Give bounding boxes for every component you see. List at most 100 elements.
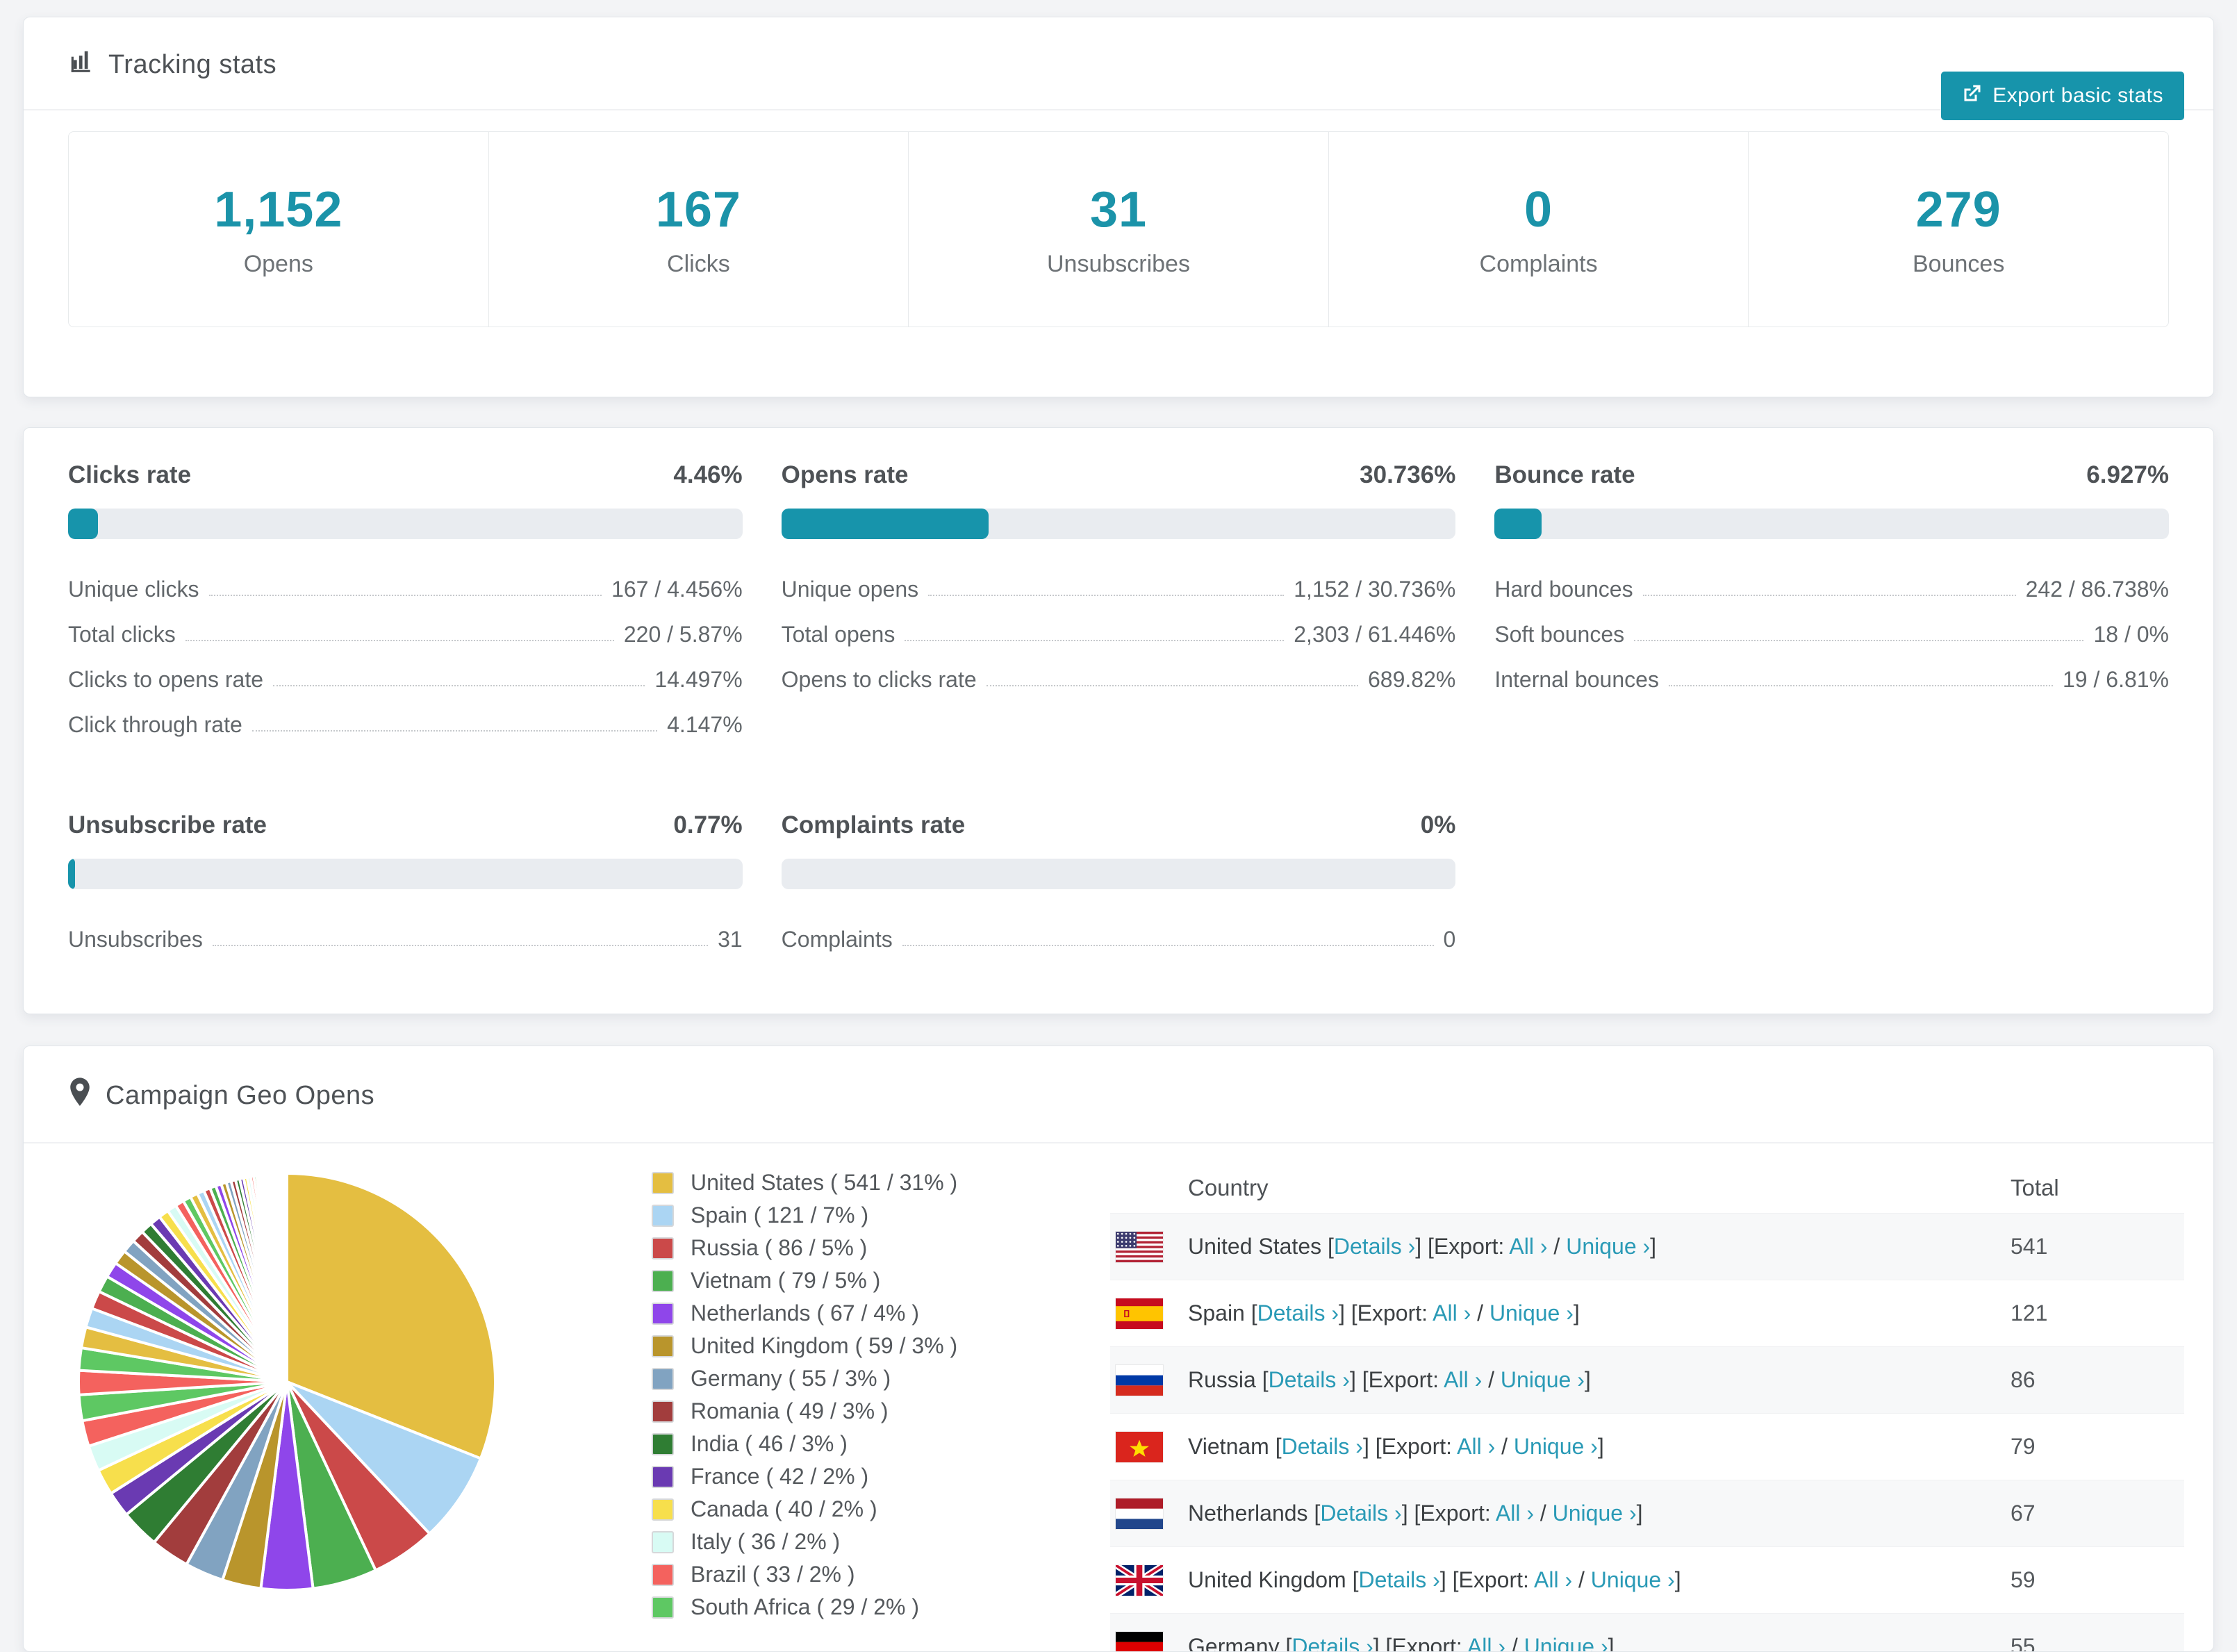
details-link[interactable]: Details › xyxy=(1291,1634,1373,1652)
geo-table-header: Country Total xyxy=(1110,1163,2184,1213)
details-link[interactable]: Details › xyxy=(1358,1567,1439,1592)
legend-label: Germany ( 55 / 3% ) xyxy=(691,1366,891,1391)
export-unique-link[interactable]: Unique › xyxy=(1514,1434,1598,1459)
details-link[interactable]: Details › xyxy=(1334,1234,1415,1259)
rate-row-value: 242 / 86.738% xyxy=(2026,577,2169,602)
export-unique-link[interactable]: Unique › xyxy=(1553,1501,1637,1526)
rate-progress-track xyxy=(782,859,1456,889)
rate-row-label: Opens to clicks rate xyxy=(782,667,977,693)
rate-title: Unsubscribe rate xyxy=(68,811,267,839)
geo-table-header-total: Total xyxy=(2011,1175,2184,1201)
legend-item-fr[interactable]: France ( 42 / 2% ) xyxy=(652,1464,1068,1489)
export-unique-link[interactable]: Unique › xyxy=(1489,1300,1574,1325)
legend-item-de[interactable]: Germany ( 55 / 3% ) xyxy=(652,1366,1068,1391)
geo-pie-chart[interactable] xyxy=(68,1163,506,1601)
rate-row-label: Clicks to opens rate xyxy=(68,667,263,693)
legend-swatch xyxy=(652,1596,674,1619)
legend-item-us[interactable]: United States ( 541 / 31% ) xyxy=(652,1170,1068,1196)
rate-value: 0% xyxy=(1421,811,1456,839)
legend-label: Spain ( 121 / 7% ) xyxy=(691,1203,868,1228)
legend-swatch xyxy=(652,1237,674,1259)
dotted-leader xyxy=(905,640,1284,641)
legend-item-za[interactable]: South Africa ( 29 / 2% ) xyxy=(652,1594,1068,1620)
export-unique-link[interactable]: Unique › xyxy=(1566,1234,1650,1259)
rate-row-label: Unique opens xyxy=(782,577,918,602)
dotted-leader xyxy=(928,595,1284,596)
legend-item-vn[interactable]: Vietnam ( 79 / 5% ) xyxy=(652,1268,1068,1294)
legend-swatch xyxy=(652,1531,674,1553)
country-name: United States xyxy=(1188,1234,1321,1259)
geo-card-header: Campaign Geo Opens xyxy=(24,1046,2213,1143)
legend-item-gb[interactable]: United Kingdom ( 59 / 3% ) xyxy=(652,1333,1068,1359)
export-unique-link[interactable]: Unique › xyxy=(1591,1567,1675,1592)
rate-head: Clicks rate4.46% xyxy=(68,461,743,489)
dotted-leader xyxy=(185,640,614,641)
legend-item-nl[interactable]: Netherlands ( 67 / 4% ) xyxy=(652,1300,1068,1326)
legend-label: Brazil ( 33 / 2% ) xyxy=(691,1562,855,1587)
details-link[interactable]: Details › xyxy=(1269,1367,1350,1392)
export-all-link[interactable]: All › xyxy=(1534,1567,1572,1592)
export-all-link[interactable]: All › xyxy=(1467,1634,1505,1652)
country-cell: Germany [Details ›] [Export: All › / Uni… xyxy=(1163,1634,2011,1652)
campaign-geo-opens-card: Campaign Geo Opens United States ( 541 /… xyxy=(23,1046,2214,1652)
export-unique-link[interactable]: Unique › xyxy=(1524,1634,1608,1652)
legend-item-ro[interactable]: Romania ( 49 / 3% ) xyxy=(652,1398,1068,1424)
legend-item-it[interactable]: Italy ( 36 / 2% ) xyxy=(652,1529,1068,1555)
export-all-link[interactable]: All › xyxy=(1444,1367,1482,1392)
rate-row-label: Complaints xyxy=(782,927,893,952)
rate-progress-fill xyxy=(1494,509,1541,539)
geo-table-row-es: Spain [Details ›] [Export: All › / Uniqu… xyxy=(1110,1280,2184,1346)
rate-progress-fill xyxy=(68,509,98,539)
legend-swatch xyxy=(652,1303,674,1325)
rate-detail-row: Complaints 0 xyxy=(782,917,1456,962)
export-all-link[interactable]: All › xyxy=(1496,1501,1534,1526)
rate-row-value: 0 xyxy=(1444,927,1456,952)
geo-table-row-vn: Vietnam [Details ›] [Export: All › / Uni… xyxy=(1110,1413,2184,1480)
geo-card-title-text: Campaign Geo Opens xyxy=(106,1081,374,1111)
country-total: 67 xyxy=(2011,1501,2184,1526)
export-basic-stats-button[interactable]: Export basic stats xyxy=(1941,72,2184,120)
details-link[interactable]: Details › xyxy=(1320,1501,1401,1526)
rate-detail-row: Hard bounces242 / 86.738% xyxy=(1494,567,2169,612)
legend-item-in[interactable]: India ( 46 / 3% ) xyxy=(652,1431,1068,1457)
legend-item-br[interactable]: Brazil ( 33 / 2% ) xyxy=(652,1562,1068,1587)
details-link[interactable]: Details › xyxy=(1257,1300,1339,1325)
flag-icon-ru xyxy=(1116,1365,1163,1396)
rate-title: Bounce rate xyxy=(1494,461,1635,489)
pie-slice[interactable] xyxy=(286,1173,287,1382)
export-all-link[interactable]: All › xyxy=(1457,1434,1495,1459)
legend-item-es[interactable]: Spain ( 121 / 7% ) xyxy=(652,1203,1068,1228)
country-name: United Kingdom xyxy=(1188,1567,1346,1592)
legend-item-ca[interactable]: Canada ( 40 / 2% ) xyxy=(652,1496,1068,1522)
export-unique-link[interactable]: Unique › xyxy=(1501,1367,1585,1392)
rate-detail-row: Click through rate4.147% xyxy=(68,702,743,747)
rate-rows: Unique clicks167 / 4.456%Total clicks220… xyxy=(68,567,743,747)
rates-card: Clicks rate4.46% Unique clicks167 / 4.456… xyxy=(23,427,2214,1014)
legend-label: Russia ( 86 / 5% ) xyxy=(691,1235,867,1261)
legend-swatch xyxy=(652,1172,674,1194)
legend-item-ru[interactable]: Russia ( 86 / 5% ) xyxy=(652,1235,1068,1261)
export-icon xyxy=(1962,83,1983,109)
geo-pie-box xyxy=(68,1160,520,1652)
rate-row-value: 19 / 6.81% xyxy=(2063,667,2169,693)
flag-icon-gb xyxy=(1116,1565,1163,1596)
legend-label: France ( 42 / 2% ) xyxy=(691,1464,868,1489)
rate-progress-track xyxy=(782,509,1456,539)
dashboard-page: Tracking stats Export basic stats 1,152O… xyxy=(0,0,2237,1652)
dotted-leader xyxy=(209,595,602,596)
rates-grid: Clicks rate4.46% Unique clicks167 / 4.456… xyxy=(68,461,2169,962)
rate-value: 30.736% xyxy=(1360,461,1455,489)
country-name: Russia xyxy=(1188,1367,1256,1392)
export-all-link[interactable]: All › xyxy=(1509,1234,1547,1259)
dotted-leader xyxy=(902,945,1434,946)
rate-row-value: 689.82% xyxy=(1368,667,1455,693)
legend-label: Vietnam ( 79 / 5% ) xyxy=(691,1268,880,1294)
geo-table-row-ru: Russia [Details ›] [Export: All › / Uniq… xyxy=(1110,1346,2184,1413)
rate-detail-row: Unique opens1,152 / 30.736% xyxy=(782,567,1456,612)
details-link[interactable]: Details › xyxy=(1282,1434,1363,1459)
dotted-leader xyxy=(213,945,708,946)
legend-swatch xyxy=(652,1205,674,1227)
legend-swatch xyxy=(652,1564,674,1586)
export-all-link[interactable]: All › xyxy=(1433,1300,1471,1325)
legend-swatch xyxy=(652,1335,674,1357)
